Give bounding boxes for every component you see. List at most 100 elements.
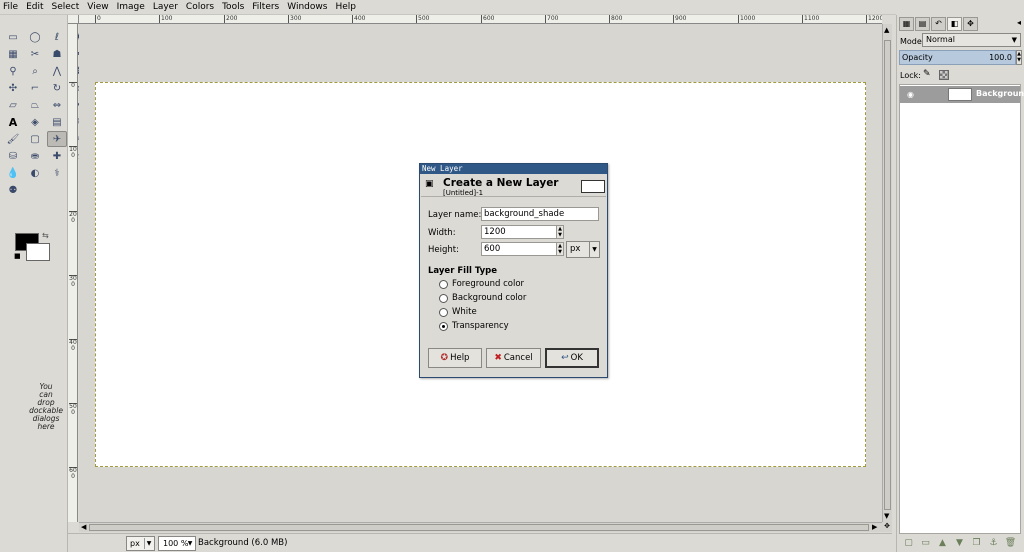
height-input[interactable]: 600 (481, 242, 557, 256)
visibility-eye-icon[interactable]: ◉ (907, 90, 914, 99)
vertical-ruler[interactable]: 0 100 200 300 400 500 600 (68, 24, 78, 522)
new-layer-icon[interactable]: ▢ (901, 536, 916, 550)
crop-icon[interactable]: ⌐ (25, 80, 45, 96)
dock-menu-icon[interactable]: ◂ (1017, 18, 1021, 27)
radio-button-selected[interactable] (439, 321, 448, 331)
perspective-clone-icon[interactable]: ⛂ (25, 148, 45, 164)
menu-help[interactable]: Help (335, 0, 356, 15)
color-picker-icon[interactable]: ⚲ (3, 63, 23, 79)
eraser-icon[interactable]: ▢ (25, 131, 45, 147)
airbrush-icon[interactable]: ✈ (47, 131, 67, 147)
bucket-fill-icon[interactable]: ◈ (25, 114, 45, 130)
tab-undo-history[interactable]: ↶ (931, 17, 946, 31)
scroll-right-icon[interactable]: ▶ (872, 523, 877, 532)
fill-transparency-option[interactable]: Transparency (439, 321, 509, 331)
zoom-icon[interactable]: ⌕ (25, 63, 45, 79)
scroll-down-icon[interactable]: ▼ (884, 512, 889, 520)
lock-pixels-icon[interactable]: ✎ (923, 69, 931, 79)
height-stepper[interactable]: ▲ ▼ (556, 242, 564, 256)
size-unit-select[interactable]: px ▼ (566, 241, 600, 258)
menu-layer[interactable]: Layer (153, 0, 178, 15)
status-bar: px ▼ 100 % ▼ Background (6.0 MB) (68, 533, 892, 552)
heal-alt-icon[interactable]: ⚕ (47, 165, 67, 181)
new-layer-group-icon[interactable]: ▭ (918, 536, 933, 550)
duplicate-layer-icon[interactable]: ❐ (969, 536, 984, 550)
cancel-button[interactable]: ✖ Cancel (486, 348, 541, 368)
rect-select-icon[interactable]: ▭ (3, 29, 23, 45)
scissors-icon[interactable]: ✂ (25, 46, 45, 62)
free-select-icon[interactable]: ℓ (47, 29, 67, 45)
fill-background-option[interactable]: Background color (439, 293, 526, 303)
ellipse-select-icon[interactable]: ◯ (25, 29, 45, 45)
layers-list[interactable]: ◉ Background (899, 84, 1024, 534)
menu-tools[interactable]: Tools (222, 0, 244, 15)
blur-icon[interactable]: 💧 (3, 165, 23, 181)
menu-image[interactable]: Image (117, 0, 145, 15)
foreground-select-icon[interactable]: ☗ (47, 46, 67, 62)
radio-button[interactable] (439, 279, 448, 289)
shear-icon[interactable]: ▱ (3, 97, 23, 113)
menu-filters[interactable]: Filters (252, 0, 279, 15)
swap-colors-icon[interactable]: ⇆ (42, 231, 49, 240)
delete-layer-icon[interactable]: 🗑 (1003, 536, 1018, 550)
heal-icon[interactable]: ✚ (47, 148, 67, 164)
lower-layer-icon[interactable]: ▼ (952, 536, 967, 550)
color-tool-icon[interactable]: ⚉ (3, 182, 23, 198)
scroll-left-icon[interactable]: ◀ (81, 523, 86, 532)
ruler-corner[interactable] (68, 15, 79, 24)
ok-button[interactable]: ↩ OK (545, 348, 599, 368)
radio-button[interactable] (439, 293, 448, 303)
fill-white-option[interactable]: White (439, 307, 477, 317)
width-input[interactable]: 1200 (481, 225, 557, 239)
radio-button[interactable] (439, 307, 448, 317)
measure-icon[interactable]: ⋀ (47, 63, 67, 79)
tab-navigation[interactable]: ✥ (963, 17, 978, 31)
lock-alpha-icon[interactable] (939, 70, 949, 80)
fill-foreground-option[interactable]: Foreground color (439, 279, 524, 289)
help-button[interactable]: ✪ Help (428, 348, 482, 368)
menu-file[interactable]: File (3, 0, 18, 15)
rotate-icon[interactable]: ↻ (47, 80, 67, 96)
ruler-tick: 700 (545, 15, 559, 23)
ruler-tick: 0 (69, 82, 77, 89)
menu-edit[interactable]: Edit (26, 0, 43, 15)
clone-icon[interactable]: ⛁ (3, 148, 23, 164)
horizontal-ruler[interactable]: 0 100 200 300 400 500 600 700 800 900 10… (79, 15, 882, 24)
dodge-burn-icon[interactable]: ◐ (25, 165, 45, 181)
anchor-layer-icon[interactable]: ⚓ (986, 536, 1001, 550)
tab-layers[interactable]: ◧ (947, 17, 962, 31)
scroll-up-icon[interactable]: ▲ (884, 26, 889, 34)
layer-name-input[interactable]: background_shade (481, 207, 599, 221)
vertical-scrollbar[interactable]: ▲ ▼ (882, 24, 892, 522)
vertical-scroll-thumb[interactable] (884, 40, 891, 510)
width-stepper[interactable]: ▲ ▼ (556, 225, 564, 239)
mode-select[interactable]: Normal ▼ (922, 33, 1021, 47)
color-select-icon[interactable]: ▦ (3, 46, 23, 62)
align-icon[interactable]: ✣ (3, 80, 23, 96)
dialog-titlebar[interactable]: New Layer (420, 164, 607, 174)
tab-tool-options[interactable]: ▦ (899, 17, 914, 31)
raise-layer-icon[interactable]: ▲ (935, 536, 950, 550)
flip-icon[interactable]: ⇔ (47, 97, 67, 113)
default-colors-icon[interactable]: ■ (14, 252, 21, 260)
horizontal-scrollbar[interactable]: ◀ ▶ (79, 522, 882, 532)
text-icon[interactable]: A (3, 114, 23, 130)
tab-device-status[interactable]: ▤ (915, 17, 930, 31)
menu-view[interactable]: View (87, 0, 108, 15)
layer-name-label: Layer name: (428, 210, 482, 220)
layer-row[interactable]: ◉ Background (900, 86, 1024, 103)
menu-select[interactable]: Select (52, 0, 80, 15)
menu-colors[interactable]: Colors (186, 0, 214, 15)
navigate-icon[interactable]: ✥ (882, 522, 892, 532)
paintbrush-icon[interactable]: 🖌 (3, 131, 23, 147)
zoom-select[interactable]: 100 % ▼ (158, 536, 196, 551)
blend-icon[interactable]: ▤ (47, 114, 67, 130)
fill-option-label: White (452, 307, 477, 317)
unit-select[interactable]: px ▼ (126, 536, 155, 551)
horizontal-scroll-thumb[interactable] (89, 524, 869, 531)
background-color-swatch[interactable] (26, 243, 50, 261)
perspective-icon[interactable]: ⏢ (25, 97, 45, 113)
opacity-slider[interactable]: Opacity 100.0 (899, 50, 1016, 65)
menu-windows[interactable]: Windows (287, 0, 327, 15)
opacity-stepper[interactable]: ▲ ▼ (1016, 50, 1022, 65)
